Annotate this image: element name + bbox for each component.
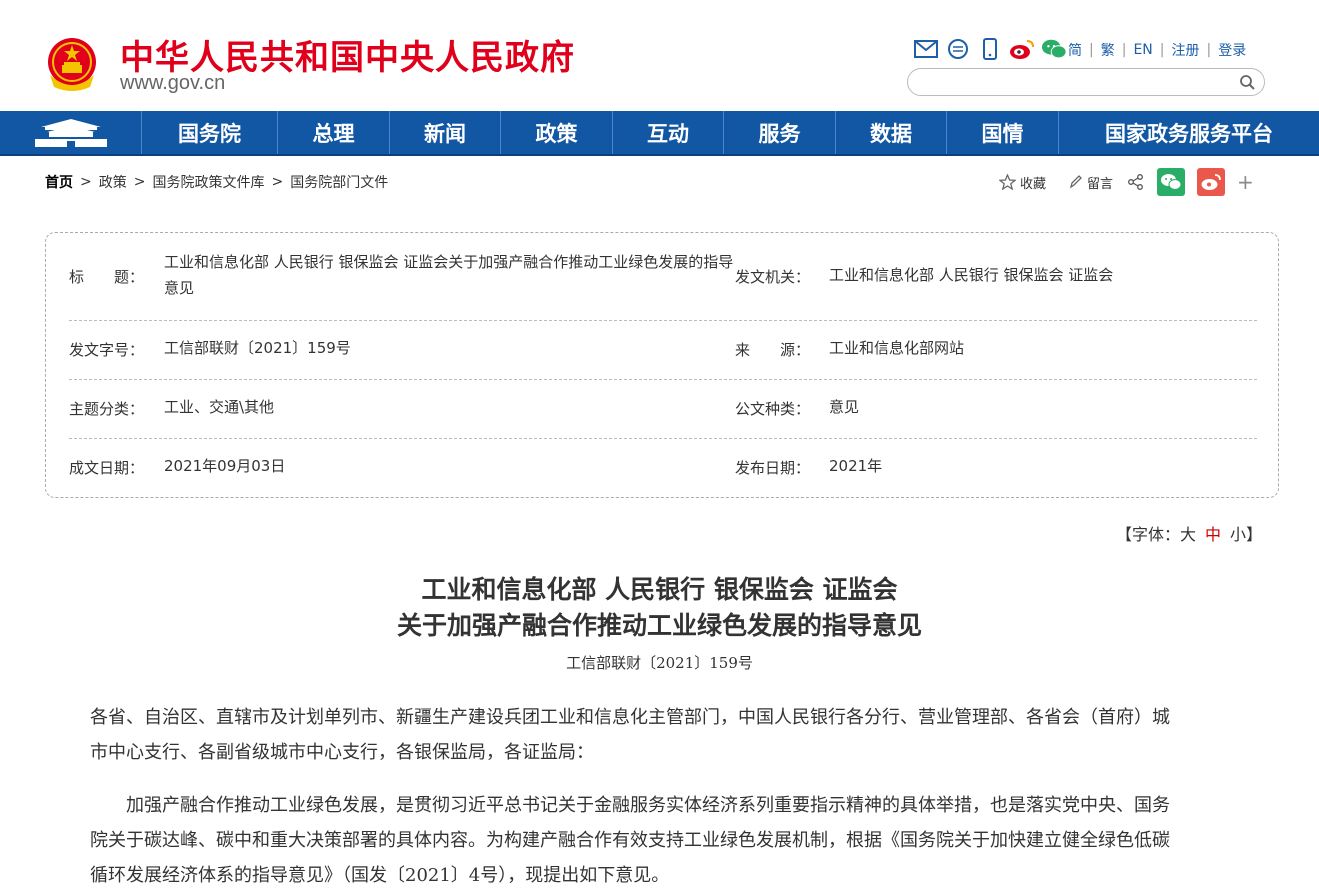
nav-item-national-info[interactable]: 国情 <box>947 111 1059 154</box>
link-divider: | <box>1159 42 1165 58</box>
paragraph-line: 加强产融合作推动工业绿色发展，是贯彻习近平总书记关于金融服务实体经济系列重要指示… <box>90 795 1170 816</box>
breadcrumb-policy-library[interactable]: 国务院政策文件库 <box>152 172 264 192</box>
search-icon[interactable] <box>1239 74 1256 91</box>
share-weibo-button[interactable] <box>1197 168 1226 196</box>
document-number: 工信部联财〔2021〕159号 <box>566 654 753 672</box>
share-bar: 收藏 留言 + <box>999 168 1254 196</box>
paragraph-line: 循环发展经济体系的指导意见》（国发〔2021〕4号），现提出如下意见。 <box>90 865 670 886</box>
paragraph-line: 院关于碳达峰、碳中和重大决策部署的具体内容。为构建产融合作有效支持工业绿色发展机… <box>90 830 1170 851</box>
comment-button[interactable]: 留言 <box>1087 173 1113 192</box>
doc-type-label: 公文种类： <box>735 400 811 418</box>
site-url[interactable]: www.gov.cn <box>120 72 225 95</box>
nav-item-services[interactable]: 服务 <box>724 111 836 154</box>
breadcrumb-policy[interactable]: 政策 <box>99 172 127 192</box>
favorite-button[interactable]: 收藏 <box>1020 173 1046 192</box>
source-value: 工业和信息化部网站 <box>829 339 965 357</box>
link-divider: | <box>1206 42 1212 58</box>
nav-item-service-platform[interactable]: 国家政务服务平台 <box>1059 111 1319 154</box>
mobile-icon[interactable] <box>977 38 1003 60</box>
nav-items: 国务院 总理 新闻 政策 互动 服务 数据 国情 国家政务服务平台 <box>142 111 1319 154</box>
topic-value: 工业、交通\其他 <box>164 398 275 416</box>
top-links: 简 | 繁 | EN | 注册 | 登录 <box>1068 40 1246 60</box>
issuer-label: 发文机关： <box>735 268 811 286</box>
font-size-large[interactable]: 大 <box>1180 525 1196 544</box>
nav-item-news[interactable]: 新闻 <box>390 111 501 154</box>
paragraph-line: 各省、自治区、直辖市及计划单列市、新疆生产建设兵团工业和信息化主管部门，中国人民… <box>90 707 1170 728</box>
body-paragraph: 加强产融合作推动工业绿色发展，是贯彻习近平总书记关于金融服务实体经济系列重要指示… <box>90 788 1240 893</box>
weibo-icon[interactable] <box>1009 38 1035 60</box>
nav-item-premier[interactable]: 总理 <box>278 111 390 154</box>
link-divider: | <box>1089 42 1094 58</box>
link-divider: | <box>1121 42 1127 58</box>
share-icon[interactable] <box>1127 173 1145 191</box>
weibo-icon <box>1201 174 1221 190</box>
title-label: 标 题： <box>69 268 145 286</box>
wechat-icon[interactable] <box>1041 38 1067 60</box>
share-wechat-button[interactable] <box>1157 168 1186 196</box>
nav-item-state-council[interactable]: 国务院 <box>142 111 278 154</box>
font-size-suffix: 】 <box>1246 525 1263 544</box>
pencil-icon[interactable] <box>1068 174 1083 190</box>
paragraph-line: 市中心支行、各副省级城市中心支行，各银保监局，各证监局： <box>90 742 594 763</box>
login-link[interactable]: 登录 <box>1218 40 1246 60</box>
source-label: 来 源： <box>735 341 811 359</box>
issuer-value: 工业和信息化部 人民银行 银保监会 证监会 <box>829 266 1114 284</box>
info-row: 成文日期： 2021年09月03日 发布日期： 2021年 <box>69 439 1257 497</box>
traditional-chinese-link[interactable]: 繁 <box>1101 40 1115 60</box>
search-box <box>907 68 1265 96</box>
info-row: 发文字号： 工信部联财〔2021〕159号 来 源： 工业和信息化部网站 <box>69 321 1257 380</box>
doc-type-value: 意见 <box>829 398 860 416</box>
nav-home-logo[interactable] <box>0 111 142 154</box>
top-icons <box>913 38 1073 60</box>
main-nav: 国务院 总理 新闻 政策 互动 服务 数据 国情 国家政务服务平台 <box>0 111 1319 156</box>
document-info-table: 标 题： 工业和信息化部 人民银行 银保监会 证监会关于加强产融合作推动工业绿色… <box>45 232 1279 498</box>
topic-label: 主题分类： <box>69 400 145 418</box>
font-size-medium[interactable]: 中 <box>1205 525 1221 544</box>
doc-number-label: 发文字号： <box>69 341 145 359</box>
written-date-value: 2021年09月03日 <box>164 457 286 475</box>
written-date-label: 成文日期： <box>69 459 145 477</box>
site-header: 中华人民共和国中央人民政府 www.gov.cn 简 | 繁 | EN | 注册… <box>0 0 1319 111</box>
breadcrumb-arrow-icon: > <box>271 174 284 190</box>
tiananmen-icon <box>34 118 107 147</box>
document-title-line: 工业和信息化部 人民银行 银保监会 证监会 <box>421 575 898 604</box>
mail-icon[interactable] <box>913 38 939 60</box>
nav-item-interaction[interactable]: 互动 <box>613 111 724 154</box>
simplified-chinese-link[interactable]: 简 <box>1068 40 1082 60</box>
document-title-line: 关于加强产融合作推动工业绿色发展的指导意见 <box>396 611 922 640</box>
nav-item-policy[interactable]: 政策 <box>501 111 613 154</box>
chat-bubble-icon[interactable] <box>945 38 971 60</box>
title-value: 工业和信息化部 人民银行 银保监会 证监会关于加强产融合作推动工业绿色发展的指导… <box>164 253 734 297</box>
published-date-value: 2021年 <box>829 457 883 475</box>
english-link[interactable]: EN <box>1133 42 1152 58</box>
wechat-icon <box>1161 174 1182 190</box>
search-input[interactable] <box>920 72 1230 92</box>
breadcrumb-dept-documents[interactable]: 国务院部门文件 <box>290 172 388 192</box>
addressee-paragraph: 各省、自治区、直辖市及计划单列市、新疆生产建设兵团工业和信息化主管部门，中国人民… <box>90 700 1240 770</box>
breadcrumb-home[interactable]: 首页 <box>45 172 73 192</box>
breadcrumb-arrow-icon: > <box>80 174 92 190</box>
doc-number-value: 工信部联财〔2021〕159号 <box>164 339 351 357</box>
breadcrumb-arrow-icon: > <box>133 174 146 190</box>
share-more-button[interactable]: + <box>1237 170 1254 194</box>
national-emblem-icon[interactable] <box>44 35 100 93</box>
info-row: 标 题： 工业和信息化部 人民银行 银保监会 证监会关于加强产融合作推动工业绿色… <box>69 233 1257 321</box>
star-icon[interactable] <box>999 174 1016 190</box>
info-row: 主题分类： 工业、交通\其他 公文种类： 意见 <box>69 380 1257 439</box>
register-link[interactable]: 注册 <box>1171 40 1199 60</box>
nav-item-data[interactable]: 数据 <box>836 111 947 154</box>
font-size-small[interactable]: 小 <box>1230 525 1246 544</box>
font-size-prefix: 【字体： <box>1116 525 1181 544</box>
font-size-switcher: 【字体：大中小】 <box>1116 521 1262 545</box>
published-date-label: 发布日期： <box>735 459 811 477</box>
document-title: 工业和信息化部 人民银行 银保监会 证监会 关于加强产融合作推动工业绿色发展的指… <box>0 572 1319 644</box>
breadcrumb: 首页 > 政策 > 国务院政策文件库 > 国务院部门文件 <box>45 172 388 192</box>
